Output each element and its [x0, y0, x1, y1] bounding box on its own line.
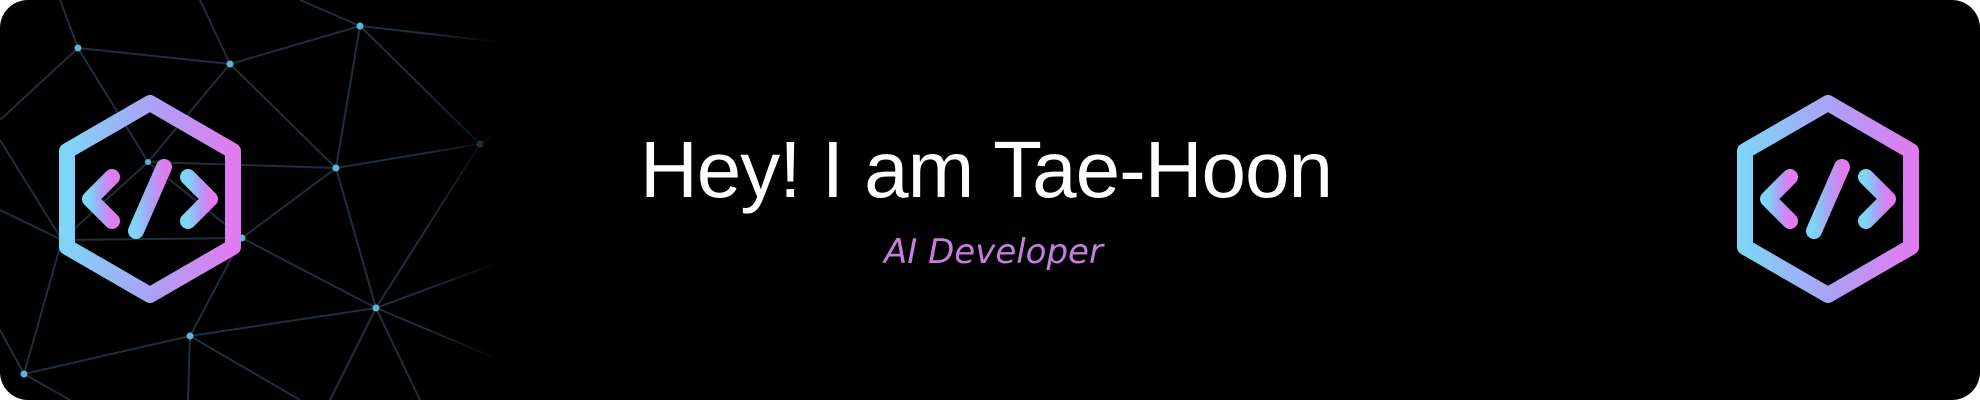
profile-banner: Hey! I am Tae-Hoon AI Developer [0, 0, 1980, 400]
code-brackets-hexagon-icon [1737, 95, 1919, 303]
subtitle: AI Developer [884, 232, 1103, 272]
headline: Hey! I am Tae-Hoon [640, 125, 1333, 214]
code-brackets-hexagon-icon [59, 95, 241, 303]
